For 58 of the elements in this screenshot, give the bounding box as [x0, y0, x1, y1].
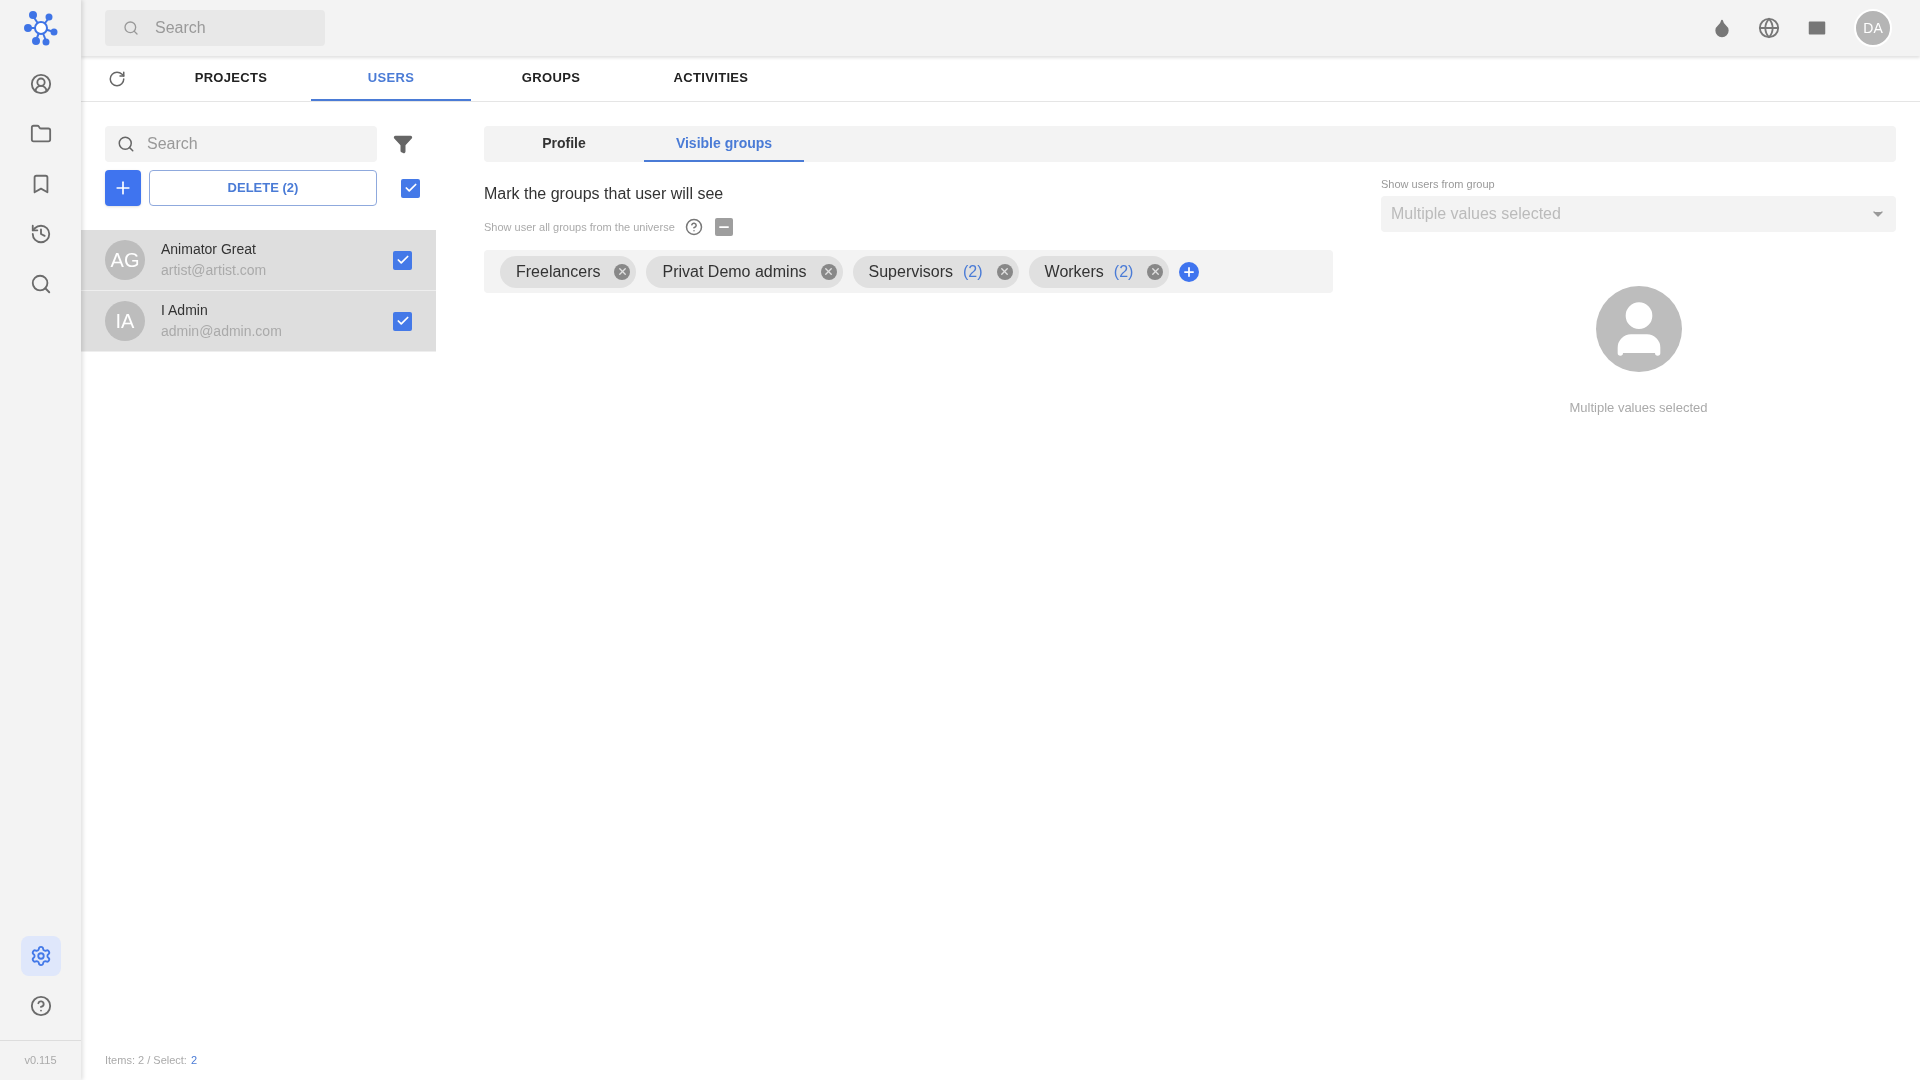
user-avatar: IA — [105, 301, 145, 341]
group-name: Privat Demo admins — [662, 261, 807, 282]
checkbox[interactable] — [393, 311, 412, 331]
tab[interactable]: USERS — [311, 57, 471, 101]
help-icon[interactable] — [684, 218, 703, 236]
group-count: (2) — [963, 261, 983, 282]
group-count: (2) — [1113, 261, 1134, 282]
avatar-caption: Multiple values selected — [1569, 398, 1708, 417]
group-chip[interactable]: Privat Demo admins — [646, 255, 843, 288]
remove-icon[interactable] — [996, 263, 1013, 280]
help-icon — [29, 995, 52, 1017]
folder-icon — [29, 123, 52, 145]
add-button[interactable] — [105, 170, 141, 206]
checkbox[interactable] — [393, 250, 412, 270]
globe-icon[interactable] — [1758, 17, 1780, 39]
check-icon — [395, 253, 410, 267]
user-name: Animator Great — [161, 240, 257, 259]
history-icon — [29, 223, 52, 245]
refresh-icon — [108, 70, 126, 88]
tab[interactable]: PROJECTS — [151, 57, 311, 101]
user-name: I Admin — [161, 301, 209, 320]
group-chip[interactable]: Workers (2) — [1028, 255, 1170, 288]
section-heading: Mark the groups that user will see — [484, 184, 725, 204]
search-icon — [123, 20, 139, 36]
user-avatar: AG — [105, 240, 145, 280]
user-icon — [29, 73, 52, 95]
filter-icon[interactable] — [393, 134, 413, 154]
version-label: v0.115 — [24, 1053, 57, 1069]
add-icon[interactable] — [1179, 261, 1200, 282]
remove-icon[interactable] — [614, 263, 631, 280]
settings-icon — [29, 945, 52, 967]
tab[interactable]: ACTIVITIES — [631, 57, 791, 101]
group-chip[interactable]: Freelancers — [500, 255, 637, 288]
logo-icon — [23, 10, 58, 46]
tab[interactable]: Profile — [484, 126, 644, 162]
search-icon — [117, 135, 135, 153]
delete-button[interactable]: DELETE (2) — [149, 170, 377, 206]
option-label: Show user all groups from the universe — [484, 219, 675, 235]
check-icon — [395, 314, 410, 328]
check-icon — [403, 181, 418, 195]
group-name: Supervisors — [868, 261, 953, 282]
group-chips-field[interactable]: Freelancers Privat Demo admins Supervisors (2) Workers (2) — [484, 250, 1333, 293]
search-icon — [29, 273, 52, 295]
items-count: Items: 2 / Select: — [105, 1052, 187, 1068]
tab[interactable]: GROUPS — [471, 57, 631, 101]
search-field[interactable]: Search — [105, 126, 377, 162]
selected-count: 2 — [190, 1052, 198, 1068]
tab[interactable]: Visible groups — [644, 126, 804, 162]
checkbox[interactable] — [401, 178, 420, 198]
group-name: Freelancers — [516, 261, 601, 282]
search-field[interactable]: Search — [105, 10, 325, 46]
sidebar-item[interactable] — [20, 936, 61, 976]
field-label: Show users from group — [1381, 177, 1496, 192]
group-name: Workers — [1044, 261, 1104, 282]
checkbox[interactable] — [714, 218, 733, 236]
remove-icon[interactable] — [820, 263, 837, 280]
remove-icon[interactable] — [1147, 263, 1164, 280]
group-chip[interactable]: Supervisors (2) — [852, 255, 1019, 288]
